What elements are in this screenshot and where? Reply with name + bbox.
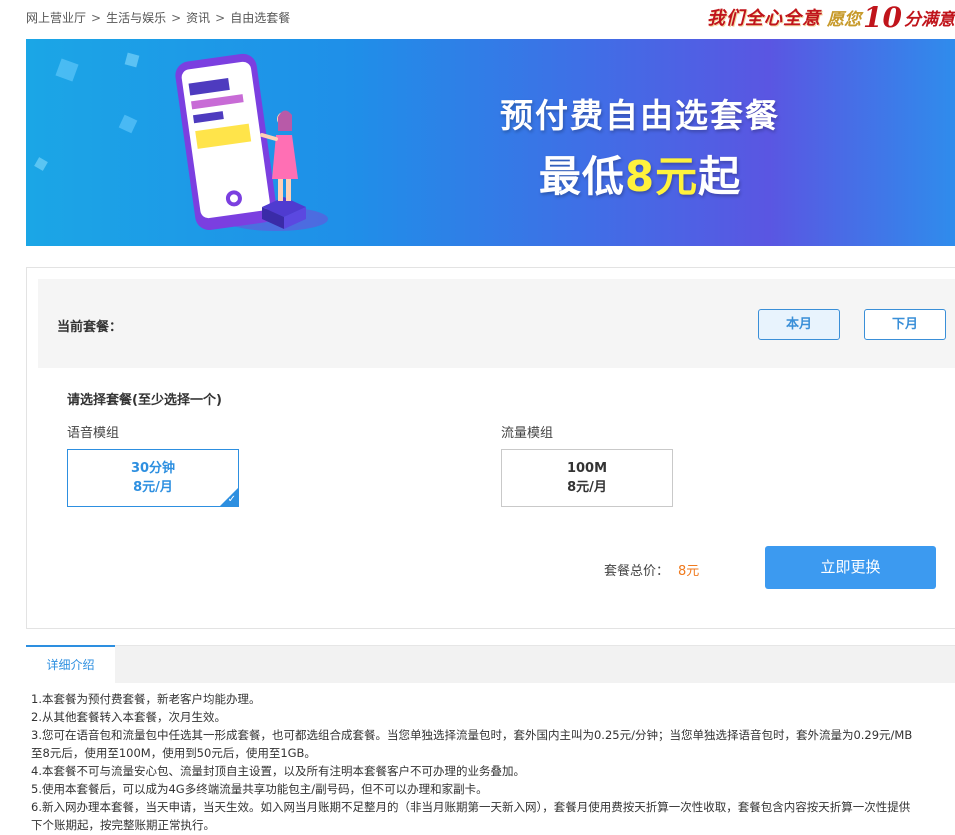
- data-option-amount: 100M: [566, 461, 608, 476]
- banner-sub-suffix: 起: [698, 152, 742, 201]
- brand-slogan: 我们全心全意 愿您 10 分满意: [707, 0, 955, 34]
- data-module-label: 流量模组: [501, 426, 554, 441]
- breadcrumb-separator: >: [215, 11, 226, 25]
- package-panel: 当前套餐： 本月 下月 请选择套餐(至少选择一个) 语音模组 流量模组 30分钟…: [26, 267, 955, 629]
- detail-line: 4.本套餐不可与流量安心包、流量封顶自主设置，以及所有注明本套餐客户不可办理的业…: [31, 764, 525, 778]
- current-package-label: 当前套餐：: [57, 320, 123, 335]
- banner-title: 预付费自由选套餐: [500, 96, 780, 135]
- current-package-bar: 当前套餐： 本月 下月: [38, 279, 955, 368]
- slogan-part4: 分满意: [904, 9, 955, 30]
- detail-content: 1.本套餐为预付费套餐，新老客户均能办理。 2.从其他套餐转入本套餐，次月生效。…: [31, 690, 955, 834]
- detail-line: 2.从其他套餐转入本套餐，次月生效。: [31, 710, 226, 724]
- banner-sub-prefix: 最低: [538, 152, 625, 201]
- breadcrumb-separator: >: [171, 11, 182, 25]
- slogan-part2: 愿您: [827, 9, 862, 30]
- tab-details[interactable]: 详细介绍: [26, 645, 115, 684]
- detail-line: 下个账期起，按完整账期正常执行。: [31, 818, 215, 832]
- breadcrumb-news[interactable]: 资讯: [186, 9, 210, 26]
- detail-line: 6.新入网办理本套餐，当天申请，当天生效。如入网当月账期不足整月的（非当月账期第…: [31, 800, 911, 814]
- voice-option-price: 8元/月: [133, 480, 173, 495]
- data-option-price: 8元/月: [567, 480, 607, 495]
- total-price-label: 套餐总价：: [604, 564, 670, 579]
- breadcrumb-separator: >: [91, 11, 102, 25]
- banner-sub-highlight: 8元: [624, 152, 699, 201]
- detail-line: 5.使用本套餐后，可以成为4G多终端流量共享功能包主/副号码，但不可以办理和家副…: [31, 782, 488, 796]
- detail-tabbar: 详细介绍: [26, 645, 955, 684]
- choose-package-title: 请选择套餐(至少选择一个): [67, 393, 222, 408]
- promo-banner[interactable]: 预付费自由选套餐 最低8元起: [26, 39, 955, 246]
- detail-line: 3.您可在语音包和流量包中任选其一形成套餐，也可都选组合成套餐。当您单独选择流量…: [31, 728, 913, 742]
- detail-line: 1.本套餐为预付费套餐，新老客户均能办理。: [31, 692, 261, 706]
- breadcrumb: 网上营业厅 > 生活与娱乐 > 资讯 > 自由选套餐: [26, 9, 290, 26]
- slogan-part3: 10: [863, 0, 902, 34]
- this-month-button[interactable]: 本月: [758, 309, 840, 340]
- breadcrumb-home[interactable]: 网上营业厅: [26, 9, 86, 26]
- voice-option-amount: 30分钟: [130, 461, 176, 476]
- slogan-part1: 我们全心全意: [707, 8, 822, 29]
- check-icon: ✓: [227, 494, 236, 505]
- total-price-value: 8元: [678, 564, 700, 579]
- voice-option-30min[interactable]: 30分钟 8元/月 ✓: [67, 449, 239, 507]
- detail-line: 至8元后，使用至100M，使用到50元后，使用至1GB。: [31, 746, 316, 760]
- next-month-button[interactable]: 下月: [864, 309, 946, 340]
- change-now-button[interactable]: 立即更换: [765, 546, 936, 589]
- data-option-100m[interactable]: 100M 8元/月: [501, 449, 673, 507]
- breadcrumb-current: 自由选套餐: [230, 11, 291, 25]
- breadcrumb-life[interactable]: 生活与娱乐: [106, 9, 166, 26]
- banner-subtitle: 最低8元起: [460, 143, 820, 204]
- voice-module-label: 语音模组: [67, 426, 120, 441]
